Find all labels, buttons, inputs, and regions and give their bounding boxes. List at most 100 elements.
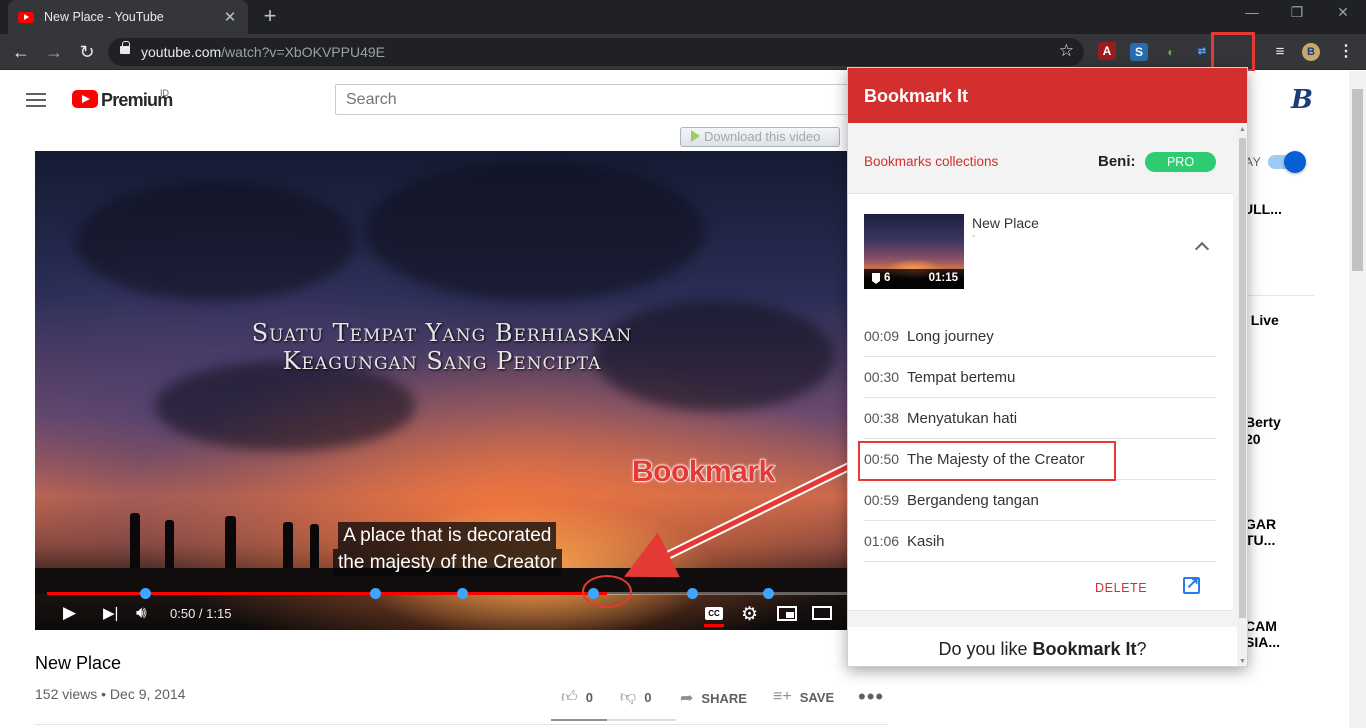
bookmark-time[interactable]: 00:38 <box>864 410 907 426</box>
time-readout: 0:50 / 1:15 <box>170 606 232 621</box>
bookmark-row[interactable]: 00:38 Menyatukan hati <box>864 398 1216 439</box>
bookmark-time[interactable]: 01:06 <box>864 533 907 549</box>
play-icon <box>691 130 700 142</box>
video-thumbnail[interactable]: 6 01:15 <box>864 214 964 289</box>
more-actions-icon[interactable]: ••• <box>858 684 884 710</box>
next-button[interactable]: ▶| <box>103 604 118 622</box>
reload-button[interactable]: ↻ <box>76 41 98 63</box>
collapse-chevron-up-icon[interactable] <box>1194 241 1210 257</box>
progress-bar[interactable] <box>47 592 849 595</box>
url-text[interactable]: youtube.com/watch?v=XbOKVPPU49E <box>141 44 385 60</box>
bookmark-label[interactable]: Tempat bertemu <box>907 369 1015 386</box>
bookmark-time[interactable]: 00:30 <box>864 369 907 385</box>
new-tab-button[interactable]: + <box>258 4 282 28</box>
translate-extension-icon[interactable]: ⇄ <box>1193 43 1211 61</box>
bookmark-row[interactable]: 00:09 Long journey <box>864 316 1216 357</box>
bookmark-marker[interactable] <box>763 588 775 599</box>
bookmark-row[interactable]: 00:30 Tempat bertemu <box>864 357 1216 398</box>
popup-body: Bookmarks collections Beni: PRO 6 01:15 … <box>848 123 1237 666</box>
forward-button[interactable]: → <box>43 41 65 63</box>
page-scrollbar-thumb[interactable] <box>1352 89 1363 271</box>
browser-menu-icon[interactable]: ⋮ <box>1337 43 1355 61</box>
download-video-button[interactable]: Download this video <box>680 127 840 147</box>
bookmark-time[interactable]: 00:50 <box>864 451 907 467</box>
tab-close-icon[interactable]: ✕ <box>222 8 238 26</box>
chrome-extension-icon[interactable]: ◐ <box>1162 43 1180 61</box>
progress-bar-fill <box>47 592 607 595</box>
share-button[interactable]: ➦ SHARE <box>680 688 747 708</box>
player-controls: ▶ ▶| 🔊︎ 0:50 / 1:15 CC ⚙ <box>35 599 849 630</box>
sidebar-video-title[interactable]: ULL... <box>1243 201 1282 218</box>
window-minimize-button[interactable]: — <box>1240 4 1264 20</box>
sidebar-video-title[interactable]: / Live <box>1243 312 1279 329</box>
bookmark-marker[interactable] <box>686 588 698 599</box>
popup-scrollbar-thumb[interactable] <box>1239 138 1246 618</box>
back-button[interactable]: ← <box>10 41 32 63</box>
volume-icon[interactable]: 🔊︎ <box>136 603 147 623</box>
theater-mode-icon[interactable] <box>812 606 832 620</box>
video-frame-person <box>283 522 293 568</box>
sidebar-video-title[interactable]: Berty <box>1245 414 1281 431</box>
video-duration: 01:15 <box>928 272 958 284</box>
bookmark-row[interactable]: 00:50 The Majesty of the Creator <box>858 439 1216 481</box>
bookmark-label[interactable]: Menyatukan hati <box>907 410 1017 427</box>
address-bar[interactable]: youtube.com/watch?v=XbOKVPPU49E ☆ <box>108 38 1084 66</box>
bookmark-marker[interactable] <box>369 588 381 599</box>
bookmark-label[interactable]: The Majesty of the Creator <box>907 451 1085 468</box>
miniplayer-icon[interactable] <box>777 606 797 621</box>
pro-badge[interactable]: PRO <box>1145 152 1216 172</box>
bookmarks-collections-link[interactable]: Bookmarks collections <box>864 154 998 169</box>
open-external-icon[interactable] <box>1183 573 1200 594</box>
s-extension-icon[interactable]: S <box>1130 43 1148 61</box>
window-close-button[interactable]: ✕ <box>1331 4 1355 21</box>
media-control-icon[interactable]: ≡ <box>1271 43 1289 61</box>
settings-gear-icon[interactable]: ⚙ <box>741 603 758 626</box>
scroll-down-icon[interactable]: ▼ <box>1239 658 1246 665</box>
overlay-line-2: Keagungan Sang Pencipta <box>282 347 602 375</box>
bookmark-list: 00:09 Long journey 00:30 Tempat bertemu 00:3… <box>858 316 1216 562</box>
bookmark-row[interactable]: 01:06 Kasih <box>864 521 1216 562</box>
browser-toolbar: ← → ↻ youtube.com/watch?v=XbOKVPPU49E ☆ … <box>0 34 1366 96</box>
bookmark-label[interactable]: Bergandeng tangan <box>907 492 1039 509</box>
bookmark-time[interactable]: 00:59 <box>864 492 907 508</box>
thumbs-up-icon: 👍︎ <box>561 689 578 706</box>
bookmark-time[interactable]: 00:09 <box>864 328 907 344</box>
like-ratio-bar <box>551 719 676 721</box>
sidebar-video-title[interactable]: TU... <box>1245 532 1275 549</box>
window-restore-button[interactable]: ❐ <box>1285 4 1309 21</box>
download-video-label: Download this video <box>704 129 821 144</box>
browser-tab-active[interactable]: New Place - YouTube ✕ <box>8 0 248 34</box>
pdf-extension-icon[interactable]: A <box>1098 42 1116 60</box>
bookmark-marker[interactable] <box>139 588 151 599</box>
sidebar-video-title[interactable]: SIA... <box>1245 634 1280 651</box>
save-button[interactable]: ≡+ SAVE <box>773 688 834 706</box>
tab-title: New Place - YouTube <box>44 10 164 24</box>
youtube-favicon-icon <box>18 11 34 23</box>
sidebar-video-title[interactable]: GAR <box>1245 516 1276 533</box>
bookmark-label[interactable]: Kasih <box>907 533 945 550</box>
delete-button[interactable]: DELETE <box>1095 581 1147 595</box>
bookmark-label[interactable]: Long journey <box>907 328 994 345</box>
bookmark-row[interactable]: 00:59 Bergandeng tangan <box>864 480 1216 521</box>
subtitles-button[interactable]: CC <box>705 607 723 620</box>
like-button[interactable]: 👍︎ 0 <box>561 688 593 707</box>
popup-scrollbar[interactable]: ▲ ▼ <box>1237 123 1247 666</box>
page-scrollbar[interactable] <box>1349 71 1366 728</box>
autoplay-toggle-knob[interactable] <box>1284 151 1306 173</box>
thumbs-down-icon: 👎︎ <box>620 689 637 706</box>
profile-avatar-icon[interactable]: B <box>1302 43 1320 61</box>
bookmark-marker[interactable] <box>456 588 468 599</box>
video-caption: A place that is decorated the majesty of… <box>333 522 562 576</box>
divider <box>35 724 888 725</box>
scroll-up-icon[interactable]: ▲ <box>1239 126 1246 133</box>
account-avatar[interactable]: B <box>1291 85 1313 115</box>
sidebar-video-title[interactable]: CAM <box>1245 618 1277 635</box>
menu-icon[interactable] <box>26 93 46 107</box>
search-input[interactable] <box>335 84 855 115</box>
play-button[interactable]: ▶ <box>63 603 76 623</box>
bookmark-star-icon[interactable]: ☆ <box>1059 41 1074 61</box>
like-count: 0 <box>585 690 593 705</box>
dislike-button[interactable]: 👎︎ 0 <box>620 688 651 707</box>
video-player[interactable]: Suatu Tempat Yang Berhiaskan Keagungan S… <box>35 151 849 630</box>
youtube-logo-icon[interactable] <box>72 90 98 108</box>
